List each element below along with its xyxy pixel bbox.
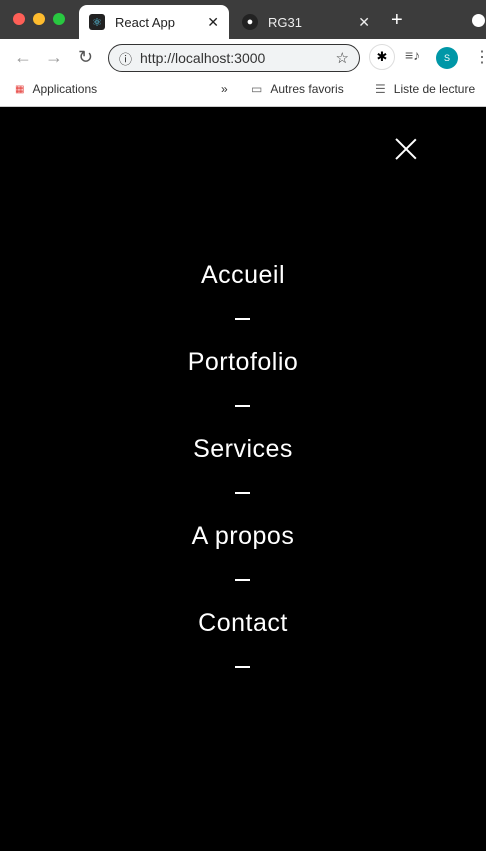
close-menu-icon[interactable]: [395, 138, 417, 160]
folder-icon: ▭: [251, 82, 263, 96]
divider: [235, 318, 250, 320]
tab-rg31[interactable]: ● RG31 ✕: [236, 5, 376, 39]
menu-item-accueil[interactable]: Accueil: [0, 255, 486, 295]
close-tab-icon[interactable]: ✕: [207, 14, 219, 31]
close-tab-icon[interactable]: ✕: [358, 14, 370, 31]
tab-react-app[interactable]: ⚛ React App ✕: [79, 5, 229, 39]
tab-bar: ⚛ React App ✕ ● RG31 ✕ +: [0, 0, 486, 39]
bookmark-applications[interactable]: ▦ Applications: [15, 82, 97, 96]
divider: [235, 492, 250, 494]
tab-search-icon[interactable]: [472, 14, 485, 27]
more-bookmarks-button[interactable]: »: [221, 82, 228, 96]
github-icon: ●: [242, 14, 258, 30]
forward-icon[interactable]: →: [45, 47, 63, 68]
back-icon[interactable]: ←: [14, 47, 32, 68]
react-icon: ⚛: [89, 14, 105, 30]
menu-item-services[interactable]: Services: [0, 429, 486, 469]
reading-list-icon: ☰: [375, 82, 386, 96]
tab-title: React App: [115, 14, 175, 30]
extensions-icon[interactable]: ✱: [369, 44, 395, 70]
bookmark-label: Applications: [32, 82, 98, 96]
apps-grid-icon: ▦: [15, 83, 25, 95]
url-text: http://localhost:3000: [140, 50, 266, 66]
menu-item-a-propos[interactable]: A propos: [0, 516, 486, 556]
tab-title: RG31: [268, 14, 302, 30]
star-icon[interactable]: ☆: [336, 49, 349, 67]
browser-toolbar: ← → ↻ ⓘ http://localhost:3000 ☆ ✱ ≡♪ S ⋮: [0, 39, 486, 76]
new-tab-button[interactable]: +: [391, 9, 403, 32]
bookmarks-bar: ▦ Applications » ▭ Autres favoris ☰ List…: [0, 76, 486, 107]
nav-menu: Accueil Portofolio Services A propos Con…: [0, 255, 486, 690]
divider: [235, 405, 250, 407]
reload-icon[interactable]: ↻: [78, 47, 93, 68]
menu-icon[interactable]: ⋮: [474, 47, 486, 67]
bookmark-label: Autres favoris: [270, 82, 344, 96]
page-content: Accueil Portofolio Services A propos Con…: [0, 107, 486, 851]
info-icon: ⓘ: [119, 51, 133, 67]
maximize-window-button[interactable]: [53, 13, 65, 25]
close-window-button[interactable]: [13, 13, 25, 25]
address-bar[interactable]: ⓘ http://localhost:3000 ☆: [108, 44, 360, 72]
media-icon[interactable]: ≡♪: [405, 47, 420, 63]
profile-avatar[interactable]: S: [436, 47, 458, 69]
minimize-window-button[interactable]: [33, 13, 45, 25]
reading-list[interactable]: ☰ Liste de lecture: [375, 82, 475, 96]
bookmark-label: Liste de lecture: [393, 82, 476, 96]
divider: [235, 666, 250, 668]
bookmark-other[interactable]: ▭ Autres favoris: [251, 82, 344, 96]
divider: [235, 579, 250, 581]
menu-item-contact[interactable]: Contact: [0, 603, 486, 643]
menu-item-portofolio[interactable]: Portofolio: [0, 342, 486, 382]
